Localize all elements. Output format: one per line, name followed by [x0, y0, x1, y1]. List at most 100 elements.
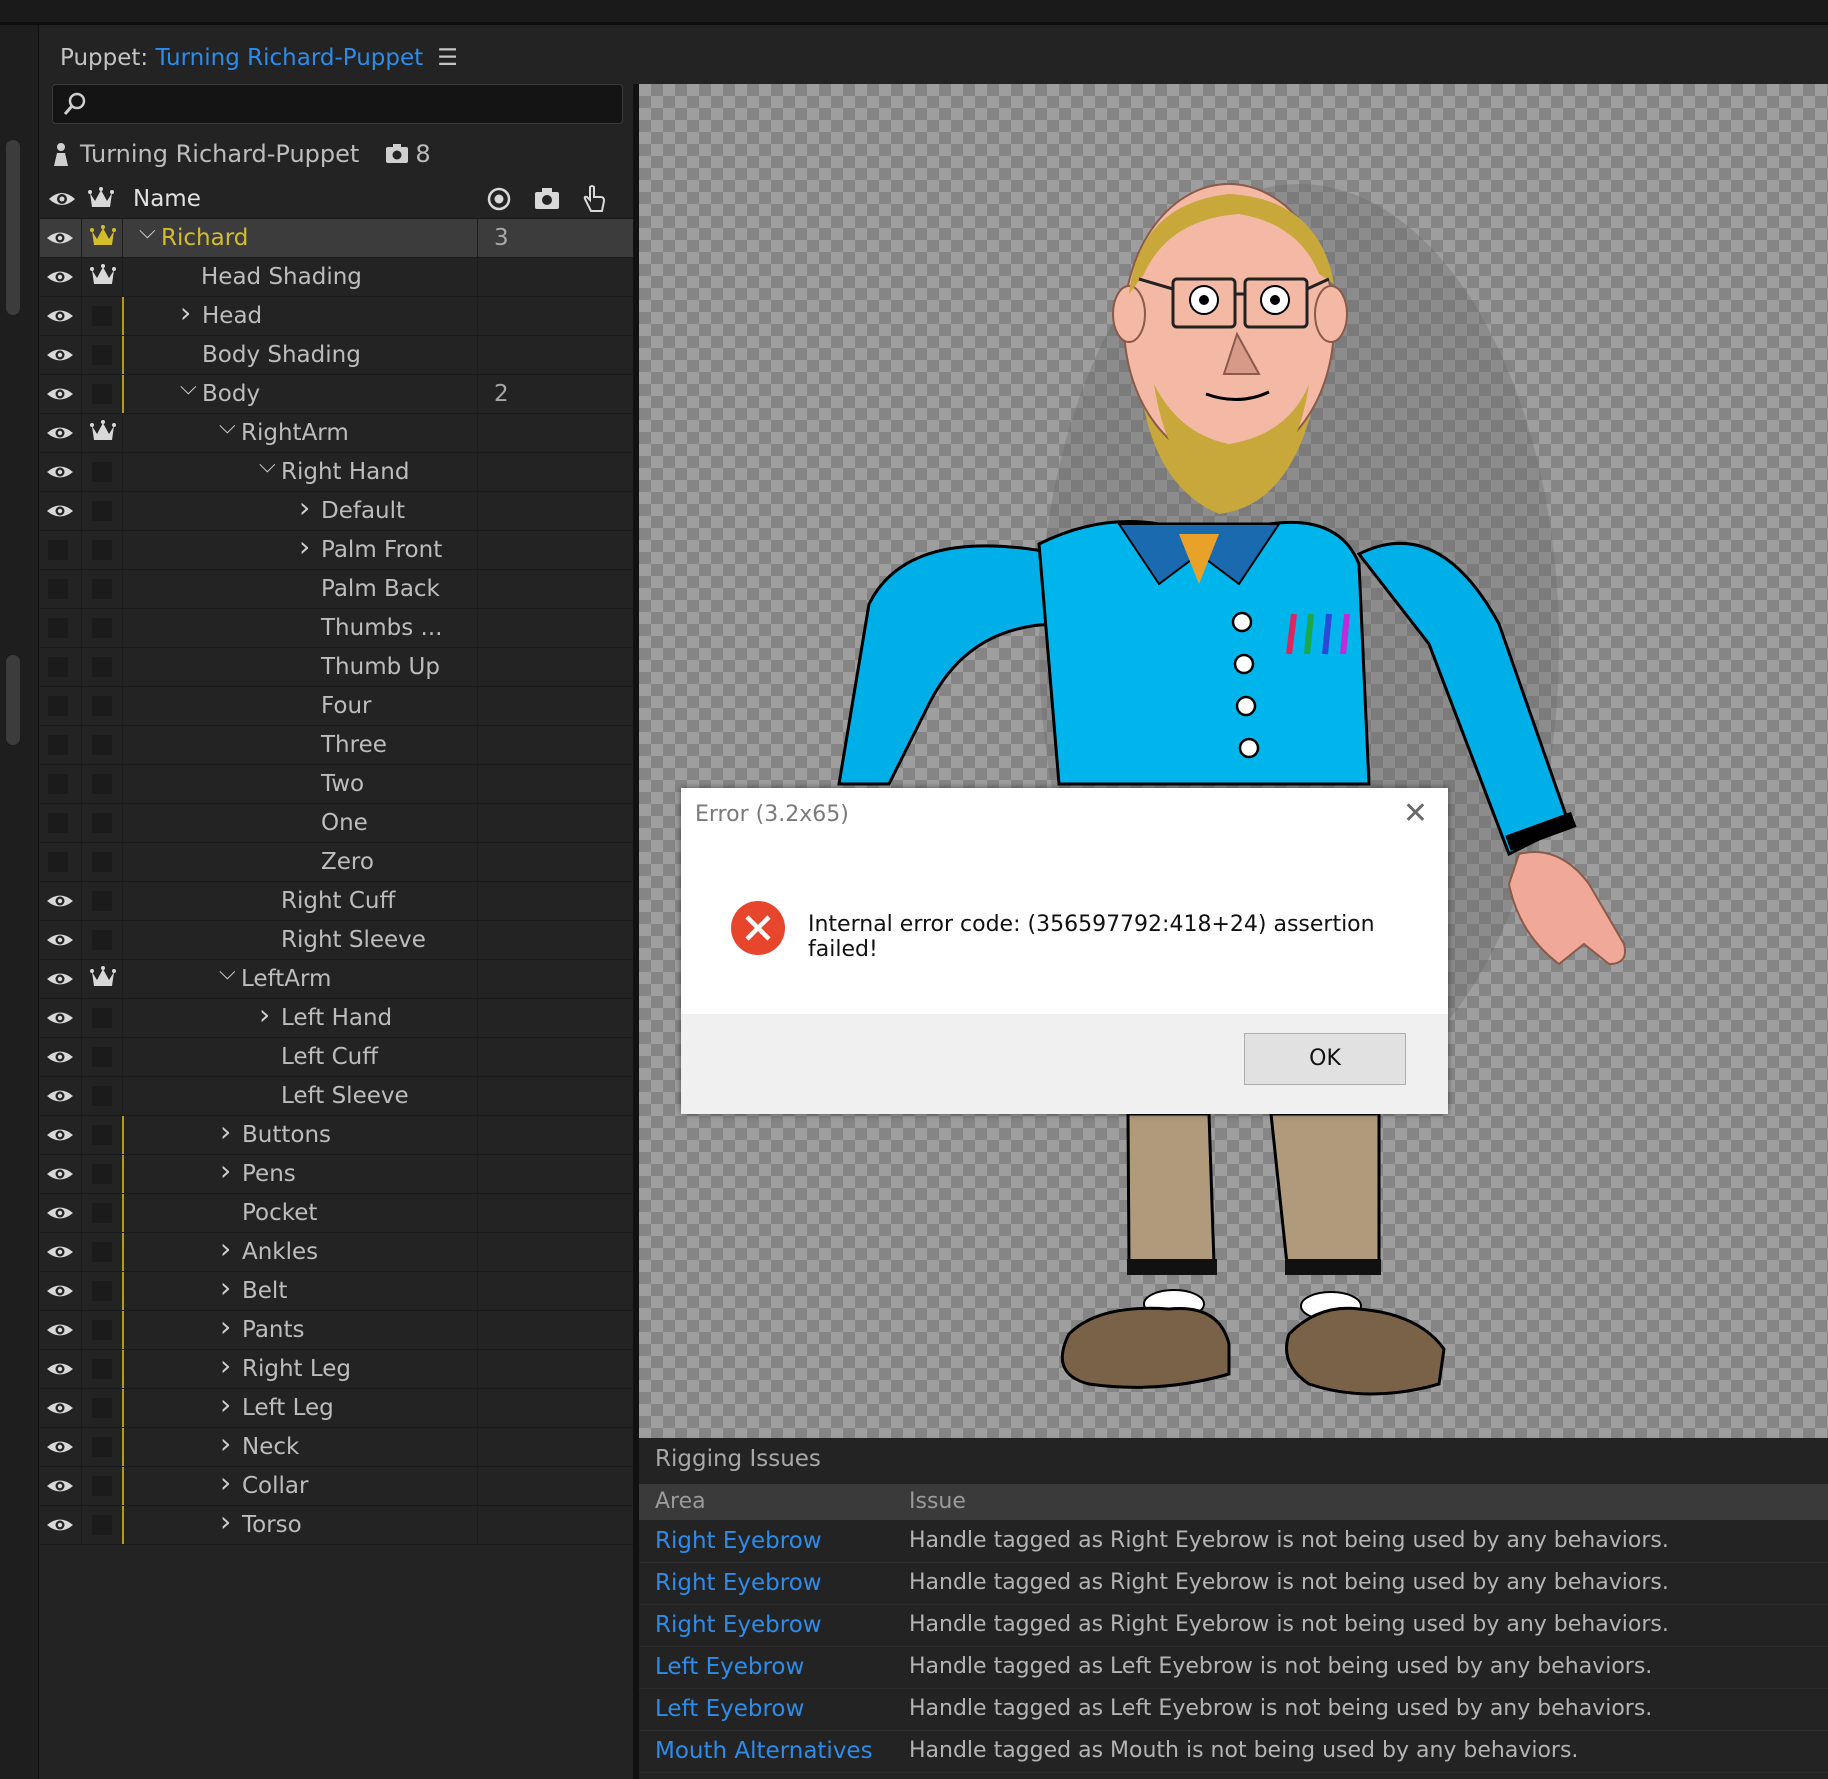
independent-toggle[interactable] [81, 1311, 122, 1349]
visibility-toggle-off[interactable] [40, 609, 80, 647]
independent-toggle[interactable] [81, 1077, 122, 1115]
eye-icon[interactable] [40, 960, 80, 998]
rigging-issue-row[interactable]: Mouth Alternatives Handle tagged as Mouth… [639, 1730, 1828, 1773]
chevron-right-icon[interactable]: › [180, 294, 191, 332]
tree-row[interactable]: › Default [40, 489, 633, 531]
independent-toggle[interactable] [81, 1155, 122, 1193]
tree-row[interactable]: ⌵ Body 2 [40, 375, 633, 414]
issue-column-header[interactable]: Issue [909, 1484, 966, 1520]
independent-toggle[interactable] [81, 1350, 122, 1388]
independent-toggle[interactable] [81, 297, 122, 335]
issue-area-link[interactable]: Right Eyebrow [655, 1520, 822, 1562]
issue-area-link[interactable]: Left Eyebrow [655, 1688, 804, 1730]
independent-toggle[interactable] [81, 336, 122, 374]
chevron-down-icon[interactable]: ⌵ [180, 369, 197, 407]
visibility-toggle-off[interactable] [40, 843, 80, 881]
tree-row[interactable]: › Neck [40, 1425, 633, 1467]
layer-name-cell[interactable]: Thumb Up [122, 648, 478, 686]
eye-icon[interactable] [40, 1467, 80, 1505]
puppet-name-link[interactable]: Turning Richard-Puppet [155, 45, 423, 71]
tree-row[interactable]: Thumb Up [40, 648, 633, 687]
layer-name-cell[interactable]: Pocket [122, 1194, 479, 1232]
eye-icon[interactable] [40, 1194, 80, 1232]
visibility-toggle-off[interactable] [40, 726, 80, 764]
origin-target-icon[interactable] [487, 187, 511, 211]
ok-button[interactable]: OK [1244, 1033, 1406, 1085]
tree-row[interactable]: › Head [40, 294, 633, 336]
crown-column-icon[interactable] [88, 187, 114, 211]
eye-icon[interactable] [40, 882, 80, 920]
independent-toggle[interactable] [81, 1233, 122, 1271]
visibility-column-eye-icon[interactable] [48, 189, 76, 209]
independent-toggle[interactable] [81, 1506, 122, 1544]
rigging-issue-row[interactable]: Left Eyebrow Handle tagged as Left Eyebro… [639, 1688, 1828, 1731]
eye-icon[interactable] [40, 1428, 80, 1466]
eye-icon[interactable] [40, 297, 80, 335]
layer-name-cell[interactable]: ⌵ Right Hand [122, 453, 478, 491]
tree-row[interactable]: › Left Leg [40, 1388, 633, 1428]
chevron-right-icon[interactable]: › [220, 1503, 231, 1541]
layer-name-cell[interactable]: › Palm Front [122, 530, 478, 569]
independent-toggle[interactable] [81, 1194, 122, 1232]
crown-icon[interactable] [81, 414, 122, 452]
layer-name-cell[interactable]: ⌵ Body [122, 375, 479, 413]
rigging-issue-row[interactable]: Right Eyebrow Handle tagged as Right Eyeb… [639, 1520, 1828, 1563]
tree-row[interactable]: Right Cuff [40, 882, 633, 921]
tree-row[interactable]: Three [40, 726, 633, 765]
eye-icon[interactable] [40, 1272, 80, 1310]
crown-icon[interactable] [81, 219, 122, 257]
independent-toggle[interactable] [81, 1272, 122, 1310]
layer-name-cell[interactable]: One [122, 804, 478, 842]
layer-name-cell[interactable]: Two [122, 765, 478, 803]
layer-name-cell[interactable]: ⌵ LeftArm [122, 960, 478, 998]
visibility-toggle-off[interactable] [40, 804, 80, 842]
area-column-header[interactable]: Area [655, 1484, 706, 1520]
independent-toggle[interactable] [81, 687, 122, 725]
chevron-down-icon[interactable]: ⌵ [219, 954, 236, 992]
chevron-right-icon[interactable]: › [220, 1347, 231, 1385]
tree-row[interactable]: Palm Back [40, 570, 633, 609]
independent-toggle[interactable] [81, 609, 122, 647]
chevron-right-icon[interactable]: › [220, 1152, 231, 1190]
chevron-right-icon[interactable]: › [220, 1425, 231, 1463]
layer-name-cell[interactable]: Zero [122, 843, 478, 881]
issue-area-link[interactable]: Right Eyebrow [655, 1604, 822, 1646]
layer-name-cell[interactable]: › Pens [122, 1152, 479, 1193]
independent-toggle[interactable] [81, 570, 122, 608]
independent-toggle[interactable] [81, 765, 122, 803]
issue-area-link[interactable]: Mouth Alternatives [655, 1730, 873, 1772]
chevron-right-icon[interactable]: › [299, 489, 310, 527]
scrollbar-thumb[interactable] [6, 655, 20, 745]
eye-icon[interactable] [40, 414, 80, 452]
independent-toggle[interactable] [81, 843, 122, 881]
tree-row[interactable]: Four [40, 687, 633, 726]
chevron-down-icon[interactable]: ⌵ [139, 213, 156, 251]
layer-name-cell[interactable]: Right Sleeve [122, 921, 478, 959]
camera-column-icon[interactable] [534, 187, 560, 211]
layer-name-cell[interactable]: › Buttons [122, 1115, 479, 1154]
eye-icon[interactable] [40, 453, 80, 491]
layer-name-cell[interactable]: ⌵ Richard [122, 219, 478, 257]
rigging-issue-row[interactable]: Left Eyebrow Handle tagged as Left Eyebro… [639, 1646, 1828, 1689]
eye-icon[interactable] [40, 1311, 80, 1349]
close-icon[interactable]: ✕ [1403, 796, 1428, 831]
layer-name-cell[interactable]: Right Cuff [122, 882, 478, 920]
tree-row[interactable]: Body Shading [40, 336, 633, 375]
tree-row[interactable]: Zero [40, 843, 633, 882]
independent-toggle[interactable] [81, 453, 122, 491]
chevron-down-icon[interactable]: ⌵ [219, 408, 236, 446]
eye-icon[interactable] [40, 375, 80, 413]
hamburger-menu-icon[interactable]: ☰ [437, 45, 458, 71]
layer-name-cell[interactable]: Left Sleeve [122, 1077, 478, 1115]
independent-toggle[interactable] [81, 1467, 122, 1505]
layer-name-cell[interactable]: › Neck [122, 1425, 479, 1466]
layer-name-cell[interactable]: › Belt [122, 1271, 479, 1310]
hand-pointer-icon[interactable] [581, 184, 607, 214]
independent-toggle[interactable] [81, 492, 122, 530]
issue-area-link[interactable]: Right Eyebrow [655, 1562, 822, 1604]
independent-toggle[interactable] [81, 1116, 122, 1154]
scrollbar-thumb[interactable] [6, 140, 20, 315]
tree-row[interactable]: › Buttons [40, 1115, 633, 1155]
eye-icon[interactable] [40, 921, 80, 959]
visibility-toggle-off[interactable] [40, 570, 80, 608]
